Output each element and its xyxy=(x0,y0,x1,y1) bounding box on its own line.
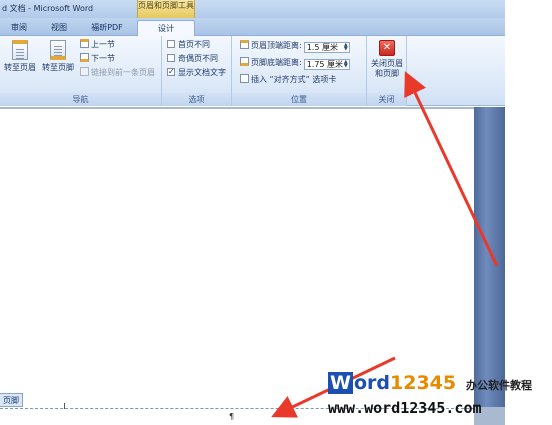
ribbon-tab-row: 审阅 视图 福昕PDF 设计 xyxy=(0,18,505,36)
footer-tag: 页脚 xyxy=(0,393,23,407)
previous-section-icon xyxy=(80,39,89,48)
tab-foxit-pdf[interactable]: 福昕PDF xyxy=(84,20,130,36)
footer-distance-label: 页脚底端距离: xyxy=(251,58,302,67)
group-options: 首页不同 奇偶页不同 显示文档文字 选项 xyxy=(162,36,232,106)
tab-design[interactable]: 设计 xyxy=(137,20,195,36)
insert-alignment-tab-button[interactable]: 插入 “对齐方式” 选项卡 xyxy=(240,74,336,86)
previous-section-button[interactable]: 上一节 xyxy=(80,39,115,51)
group-label-navigation: 导航 xyxy=(0,93,161,106)
goto-footer-label: 转至页脚 xyxy=(42,63,74,72)
footer-distance-row: 页脚底端距离: 1.75 厘米 ▲ ▼ xyxy=(240,57,350,70)
goto-header-label: 转至页眉 xyxy=(4,63,36,72)
group-navigation: 转至页眉 转至页脚 上一节 下一节 链接到前一条页眉 导航 xyxy=(0,36,162,106)
checkbox-different-first-page[interactable] xyxy=(167,40,175,48)
footer-distance-icon xyxy=(240,57,249,66)
spinner-arrows-icon[interactable]: ▲ ▼ xyxy=(344,43,348,52)
watermark-logo: Word12345 xyxy=(328,372,456,394)
group-position: 页眉顶端距离: 1.5 厘米 ▲ ▼ 页脚底端距离: 1.75 厘米 ▲ ▼ 插入 “对齐方… xyxy=(232,36,367,106)
link-icon xyxy=(80,67,89,76)
option-show-document-text[interactable]: 显示文档文字 xyxy=(167,66,226,79)
spinner-arrows-icon[interactable]: ▲ ▼ xyxy=(344,60,348,69)
option-different-first-page-label: 首页不同 xyxy=(178,40,210,49)
header-page-icon xyxy=(12,40,28,60)
alignment-tab-icon xyxy=(240,74,249,83)
previous-section-label: 上一节 xyxy=(91,40,115,49)
header-distance-label: 页眉顶端距离: xyxy=(251,41,302,50)
watermark-tagline: 办公软件教程 xyxy=(466,379,532,392)
watermark-logo-digits: 12345 xyxy=(390,372,457,394)
group-label-close: 关闭 xyxy=(367,93,406,106)
option-different-first-page[interactable]: 首页不同 xyxy=(167,39,210,51)
tab-view[interactable]: 视图 xyxy=(46,20,72,36)
option-different-odd-even-label: 奇偶页不同 xyxy=(178,54,218,63)
document-page[interactable] xyxy=(0,109,474,407)
tab-review[interactable]: 审阅 xyxy=(6,20,32,36)
margin-tick xyxy=(64,403,65,409)
link-to-previous-button[interactable]: 链接到前一条页眉 xyxy=(80,67,155,79)
window-title: d 文档 - Microsoft Word xyxy=(2,4,94,13)
checkbox-show-document-text[interactable] xyxy=(167,66,175,78)
goto-header-button[interactable]: 转至页眉 xyxy=(2,40,38,73)
close-icon: ✕ xyxy=(379,40,395,56)
watermark-logo-w: W xyxy=(328,372,353,394)
option-different-odd-even[interactable]: 奇偶页不同 xyxy=(167,53,218,65)
close-button-line2: 和页脚 xyxy=(375,69,399,78)
header-distance-icon xyxy=(240,40,249,49)
footer-page-icon xyxy=(50,40,66,60)
header-distance-spinner[interactable]: 1.5 厘米 ▲ ▼ xyxy=(303,42,350,53)
footer-distance-spinner[interactable]: 1.75 厘米 ▲ ▼ xyxy=(303,59,350,70)
close-header-footer-button[interactable]: ✕ 关闭页眉 和页脚 xyxy=(369,40,405,79)
goto-footer-button[interactable]: 转至页脚 xyxy=(40,40,76,73)
next-section-icon xyxy=(80,53,89,62)
close-button-line1: 关闭页眉 xyxy=(371,59,403,68)
ribbon: 转至页眉 转至页脚 上一节 下一节 链接到前一条页眉 导航 首页不同 奇偶页不同… xyxy=(0,36,505,106)
watermark-url: www.word12345.com xyxy=(328,399,482,417)
next-section-label: 下一节 xyxy=(91,54,115,63)
text-cursor-icon: ¶ xyxy=(229,412,235,421)
checkbox-different-odd-even[interactable] xyxy=(167,54,175,62)
group-label-options: 选项 xyxy=(162,93,231,106)
footer-distance-value: 1.75 厘米 xyxy=(306,60,344,69)
header-distance-value: 1.5 厘米 xyxy=(306,43,338,52)
title-bar: d 文档 - Microsoft Word 页眉和页脚工具 xyxy=(0,0,505,18)
group-label-position: 位置 xyxy=(232,93,366,106)
watermark: Word12345 办公软件教程 www.word12345.com xyxy=(328,372,552,425)
watermark-logo-ord: ord xyxy=(353,372,390,394)
option-show-document-text-label: 显示文档文字 xyxy=(178,68,226,77)
header-distance-row: 页眉顶端距离: 1.5 厘米 ▲ ▼ xyxy=(240,40,350,53)
vertical-scrollbar[interactable] xyxy=(474,107,505,407)
link-to-previous-label: 链接到前一条页眉 xyxy=(91,68,155,77)
next-section-button[interactable]: 下一节 xyxy=(80,53,115,65)
context-tab-header-footer-tools: 页眉和页脚工具 xyxy=(137,0,195,18)
insert-alignment-tab-label: 插入 “对齐方式” 选项卡 xyxy=(251,75,337,84)
